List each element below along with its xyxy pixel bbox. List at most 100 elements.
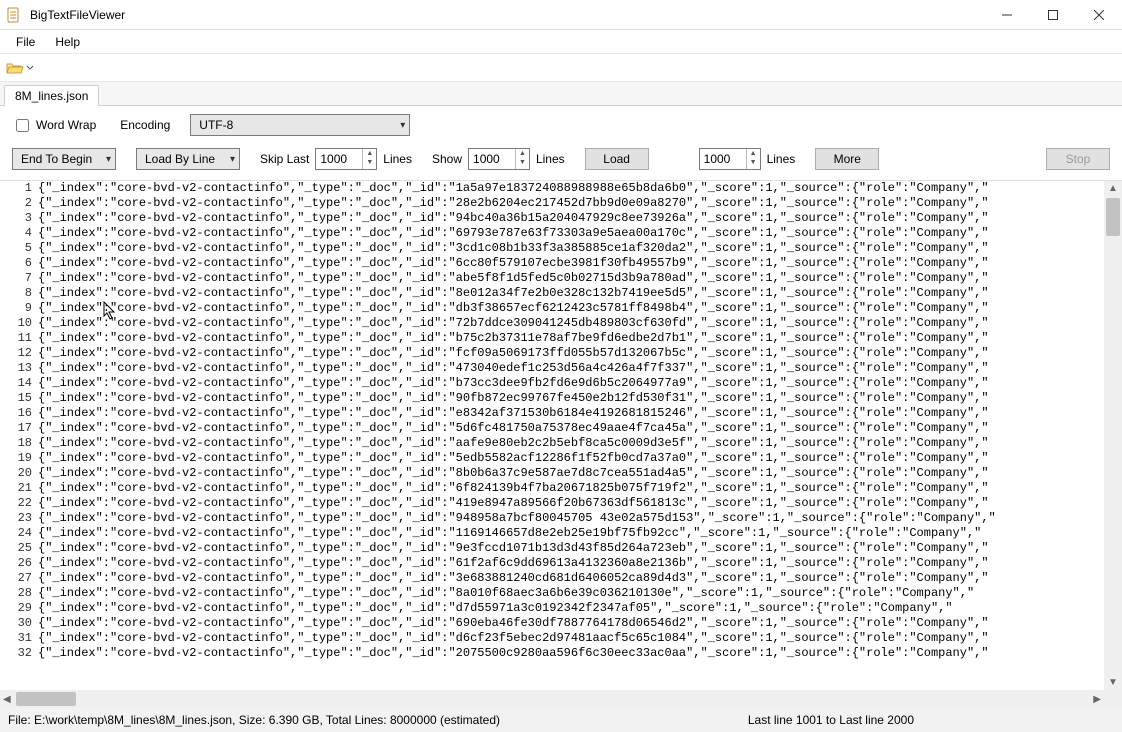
text-line: 15{"_index":"core-bvd-v2-contactinfo","_… (8, 391, 1122, 406)
show-label: Show (432, 152, 462, 166)
text-line: 30{"_index":"core-bvd-v2-contactinfo","_… (8, 616, 1122, 631)
direction-select[interactable]: End To Begin ▾ (12, 148, 116, 170)
more-input[interactable] (700, 149, 746, 169)
app-icon (6, 7, 22, 23)
scroll-left-icon[interactable]: ◀ (0, 694, 14, 705)
encoding-select[interactable]: UTF-8 ▾ (190, 114, 410, 136)
line-number: 1 (8, 181, 32, 196)
text-line: 13{"_index":"core-bvd-v2-contactinfo","_… (8, 361, 1122, 376)
lines-label-3: Lines (767, 152, 796, 166)
spin-up-icon[interactable]: ▲ (516, 149, 529, 158)
line-number: 6 (8, 256, 32, 271)
scroll-down-icon[interactable]: ▼ (1108, 675, 1118, 690)
wordwrap-label: Word Wrap (36, 118, 96, 132)
line-number: 3 (8, 211, 32, 226)
scroll-right-icon[interactable]: ▶ (1090, 694, 1104, 705)
spin-down-icon[interactable]: ▼ (747, 158, 760, 167)
scroll-up-icon[interactable]: ▲ (1108, 181, 1118, 196)
line-text: {"_index":"core-bvd-v2-contactinfo","_ty… (38, 511, 996, 525)
chevron-down-icon: ▾ (230, 154, 235, 165)
loadmode-select[interactable]: Load By Line ▾ (136, 148, 240, 170)
text-line: 17{"_index":"core-bvd-v2-contactinfo","_… (8, 421, 1122, 436)
wordwrap-checkbox[interactable]: Word Wrap (12, 116, 96, 135)
show-input[interactable] (469, 149, 515, 169)
window-title: BigTextFileViewer (30, 8, 125, 22)
line-text: {"_index":"core-bvd-v2-contactinfo","_ty… (38, 241, 989, 255)
close-button[interactable] (1076, 0, 1122, 30)
menu-help[interactable]: Help (45, 33, 90, 51)
line-number: 29 (8, 601, 32, 616)
vscroll-thumb[interactable] (1106, 198, 1120, 236)
line-text: {"_index":"core-bvd-v2-contactinfo","_ty… (38, 571, 989, 585)
line-text: {"_index":"core-bvd-v2-contactinfo","_ty… (38, 346, 989, 360)
file-tab[interactable]: 8M_lines.json (4, 85, 99, 106)
spin-down-icon[interactable]: ▼ (363, 158, 376, 167)
line-number: 2 (8, 196, 32, 211)
minimize-button[interactable] (984, 0, 1030, 30)
stop-label: Stop (1066, 152, 1091, 166)
line-number: 25 (8, 541, 32, 556)
lines-label-2: Lines (536, 152, 565, 166)
text-line: 1 {"_index":"core-bvd-v2-contactinfo","_t… (8, 181, 1122, 196)
line-text: {"_index":"core-bvd-v2-contactinfo","_ty… (38, 271, 989, 285)
skip-last-input[interactable] (316, 149, 362, 169)
line-text: {"_index":"core-bvd-v2-contactinfo","_ty… (38, 181, 989, 195)
line-text: {"_index":"core-bvd-v2-contactinfo","_ty… (38, 631, 989, 645)
stop-button[interactable]: Stop (1046, 148, 1110, 170)
horizontal-scrollbar[interactable]: ◀ ▶ (0, 690, 1104, 708)
line-text: {"_index":"core-bvd-v2-contactinfo","_ty… (38, 331, 989, 345)
maximize-button[interactable] (1030, 0, 1076, 30)
show-spinner[interactable]: ▲▼ (468, 148, 530, 170)
line-number: 27 (8, 571, 32, 586)
text-line: 2{"_index":"core-bvd-v2-contactinfo","_t… (8, 196, 1122, 211)
text-line: 19{"_index":"core-bvd-v2-contactinfo","_… (8, 451, 1122, 466)
options-row-2: End To Begin ▾ Load By Line ▾ Skip Last … (0, 144, 1122, 180)
line-number: 8 (8, 286, 32, 301)
text-line: 3{"_index":"core-bvd-v2-contactinfo","_t… (8, 211, 1122, 226)
chevron-down-icon: ▾ (400, 120, 405, 131)
line-text: {"_index":"core-bvd-v2-contactinfo","_ty… (38, 601, 953, 615)
text-line: 8{"_index":"core-bvd-v2-contactinfo","_t… (8, 286, 1122, 301)
text-line: 12{"_index":"core-bvd-v2-contactinfo","_… (8, 346, 1122, 361)
text-line: 7 {"_index":"core-bvd-v2-contactinfo","_t… (8, 271, 1122, 286)
line-text: {"_index":"core-bvd-v2-contactinfo","_ty… (38, 466, 989, 480)
text-line: 26{"_index":"core-bvd-v2-contactinfo","_… (8, 556, 1122, 571)
chevron-down-icon: ▾ (106, 154, 111, 165)
line-number: 7 (8, 271, 32, 286)
wordwrap-input[interactable] (16, 119, 29, 132)
text-line: 16{"_index":"core-bvd-v2-contactinfo","_… (8, 406, 1122, 421)
line-number: 30 (8, 616, 32, 631)
open-file-button[interactable] (6, 61, 34, 75)
text-line: 25{"_index":"core-bvd-v2-contactinfo","_… (8, 541, 1122, 556)
line-number: 15 (8, 391, 32, 406)
load-button[interactable]: Load (585, 148, 649, 170)
direction-value: End To Begin (21, 152, 92, 166)
text-line: 28{"_index":"core-bvd-v2-contactinfo","_… (8, 586, 1122, 601)
skip-last-spinner[interactable]: ▲▼ (315, 148, 377, 170)
line-number: 23 (8, 511, 32, 526)
text-line: 20{"_index":"core-bvd-v2-contactinfo","_… (8, 466, 1122, 481)
menu-file[interactable]: File (6, 33, 45, 51)
line-number: 31 (8, 631, 32, 646)
text-content[interactable]: 1 {"_index":"core-bvd-v2-contactinfo","_t… (0, 181, 1122, 690)
more-spinner[interactable]: ▲▼ (699, 148, 761, 170)
text-line: 22{"_index":"core-bvd-v2-contactinfo","_… (8, 496, 1122, 511)
spin-down-icon[interactable]: ▼ (516, 158, 529, 167)
line-number: 18 (8, 436, 32, 451)
vertical-scrollbar[interactable]: ▲ ▼ (1104, 181, 1122, 690)
status-right: Last line 1001 to Last line 2000 (748, 713, 914, 727)
line-text: {"_index":"core-bvd-v2-contactinfo","_ty… (38, 451, 989, 465)
more-button[interactable]: More (815, 148, 879, 170)
line-number: 11 (8, 331, 32, 346)
text-line: 6{"_index":"core-bvd-v2-contactinfo","_t… (8, 256, 1122, 271)
spin-up-icon[interactable]: ▲ (747, 149, 760, 158)
scrollbar-corner (1104, 690, 1122, 708)
tabbar: 8M_lines.json (0, 82, 1122, 106)
line-number: 17 (8, 421, 32, 436)
hscroll-thumb[interactable] (16, 692, 76, 706)
text-line: 24{"_index":"core-bvd-v2-contactinfo","_… (8, 526, 1122, 541)
line-number: 4 (8, 226, 32, 241)
spin-up-icon[interactable]: ▲ (363, 149, 376, 158)
load-label: Load (603, 152, 630, 166)
line-text: {"_index":"core-bvd-v2-contactinfo","_ty… (38, 376, 989, 390)
